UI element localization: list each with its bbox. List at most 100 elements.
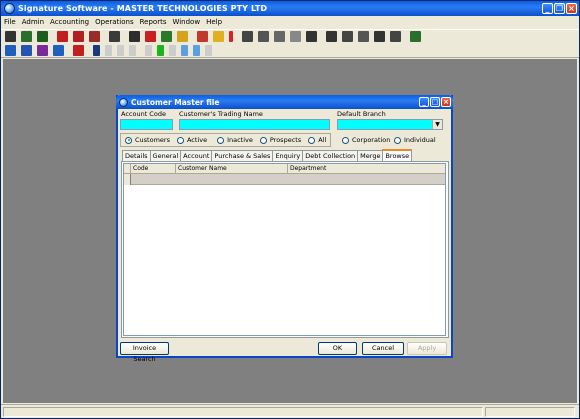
close-icon[interactable]: × [566, 3, 577, 14]
radio-active[interactable] [176, 136, 184, 144]
ie-icon[interactable] [197, 31, 208, 42]
filter-all[interactable]: All [308, 136, 326, 144]
app-title: Signature Software - MASTER TECHNOLOGIES… [18, 4, 268, 13]
grid-header: Code Customer Name Department [124, 164, 445, 174]
prev-icon[interactable] [105, 45, 112, 56]
table-icon[interactable] [410, 31, 421, 42]
confirm-icon[interactable] [181, 45, 188, 56]
first-icon[interactable] [93, 45, 100, 56]
account-code-input[interactable] [120, 119, 173, 130]
dialog-close-icon[interactable]: × [441, 97, 451, 107]
lock-icon[interactable] [258, 31, 269, 42]
bottle-icon[interactable] [161, 31, 172, 42]
menu-accounting[interactable]: Accounting [50, 18, 89, 26]
radio-prospects[interactable] [259, 136, 267, 144]
radio-inactive[interactable] [217, 136, 225, 144]
default-branch-select[interactable]: ▼ [337, 119, 443, 130]
type-corporation[interactable]: Corporation [342, 136, 390, 144]
status-panel [3, 407, 483, 417]
radio-corporation[interactable] [342, 136, 349, 144]
apply-button[interactable]: Apply [407, 342, 447, 355]
table-row[interactable] [124, 174, 445, 185]
status-bar [1, 404, 579, 418]
filter-prospects-label: Prospects [269, 136, 302, 144]
menu-bar: File Admin Accounting Operations Reports… [1, 16, 579, 28]
column-department[interactable]: Department [288, 164, 445, 174]
wand-icon[interactable] [213, 31, 224, 42]
main-toolbar [1, 29, 579, 43]
menu-window[interactable]: Window [172, 18, 200, 26]
chart-icon[interactable] [242, 31, 253, 42]
document-icon[interactable] [57, 31, 68, 42]
invoice-search-button[interactable]: Invoice Search [120, 342, 169, 363]
dialog-maximize-icon[interactable]: □ [430, 97, 440, 107]
menu-operations[interactable]: Operations [95, 18, 133, 26]
radio-all[interactable] [308, 136, 316, 144]
phone-icon[interactable] [177, 31, 188, 42]
menu-file[interactable]: File [4, 18, 16, 26]
export-icon[interactable] [390, 31, 401, 42]
print-icon[interactable] [37, 45, 48, 56]
filter-customers-label: Customers [135, 136, 170, 144]
dialog-title: Customer Master file [131, 97, 220, 107]
book-icon[interactable] [21, 31, 32, 42]
radio-individual[interactable] [394, 136, 401, 144]
filter-prospects[interactable]: Prospects [259, 136, 302, 144]
minimize-icon[interactable]: _ [542, 3, 553, 14]
dialog-title-bar: Customer Master file _ □ × [116, 95, 453, 109]
customer-grid[interactable]: Code Customer Name Department [123, 163, 446, 336]
cancel-icon[interactable] [193, 45, 200, 56]
filter-active[interactable]: Active [176, 136, 208, 144]
diamond-icon[interactable] [53, 45, 64, 56]
alert-triangle-icon[interactable] [73, 45, 84, 56]
filter-inactive[interactable]: Inactive [217, 136, 253, 144]
edit-icon[interactable] [145, 45, 152, 56]
filter-inactive-label: Inactive [227, 136, 253, 144]
filter-customers[interactable]: Customers [125, 136, 170, 144]
row-selector[interactable] [124, 174, 131, 185]
filter-active-label: Active [186, 136, 208, 144]
row-selector-header [124, 164, 131, 174]
default-branch-label: Default Branch [337, 110, 386, 118]
person-icon[interactable] [5, 31, 16, 42]
dialog-minimize-icon[interactable]: _ [419, 97, 429, 107]
cursor-icon[interactable] [290, 31, 301, 42]
add-icon[interactable] [157, 45, 164, 56]
eraser-icon[interactable] [326, 31, 337, 42]
customer-filter-group: Customers Active Inactive Prospects All [120, 133, 331, 147]
app-icon [4, 3, 15, 14]
chevron-down-icon[interactable]: ▼ [432, 120, 442, 129]
restore-icon[interactable]: ❐ [554, 3, 565, 14]
type-corporation-label: Corporation [352, 136, 391, 144]
trading-name-input[interactable] [179, 119, 330, 130]
calculator-icon[interactable] [37, 31, 48, 42]
next-icon[interactable] [117, 45, 124, 56]
cancel-button[interactable]: Cancel [362, 342, 404, 355]
type-individual-label: Individual [404, 136, 436, 144]
warning-icon[interactable] [5, 45, 16, 56]
type-individual[interactable]: Individual [394, 136, 436, 144]
record-toolbar [1, 44, 579, 58]
menu-help[interactable]: Help [206, 18, 222, 26]
ok-button[interactable]: OK [318, 342, 357, 355]
truck-icon[interactable] [129, 31, 140, 42]
tree-icon[interactable] [109, 31, 120, 42]
radio-customers[interactable] [125, 136, 132, 144]
network-icon[interactable] [374, 31, 385, 42]
refresh-icon[interactable] [205, 45, 212, 56]
flag-icon[interactable] [89, 31, 100, 42]
hat-icon[interactable] [145, 31, 156, 42]
alert-icon[interactable] [229, 31, 233, 42]
check-icon[interactable] [342, 31, 353, 42]
star-icon[interactable] [306, 31, 317, 42]
menu-admin[interactable]: Admin [22, 18, 44, 26]
menu-reports[interactable]: Reports [140, 18, 167, 26]
gear-icon[interactable] [274, 31, 285, 42]
remove-icon[interactable] [169, 45, 176, 56]
arrow-icon[interactable] [73, 31, 84, 42]
home-icon[interactable] [21, 45, 32, 56]
column-customer-name[interactable]: Customer Name [176, 164, 288, 174]
last-icon[interactable] [129, 45, 136, 56]
printer-icon[interactable] [358, 31, 369, 42]
column-code[interactable]: Code [131, 164, 176, 174]
